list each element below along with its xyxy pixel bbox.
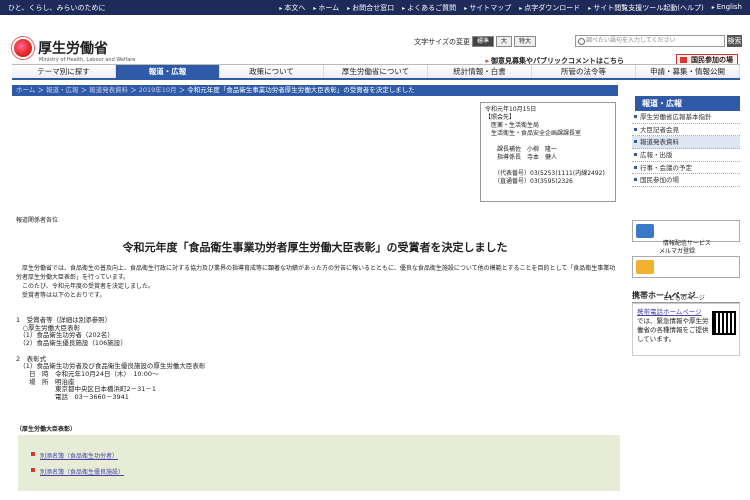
link-assist[interactable]: サイト閲覧支援ツール起動(ヘルプ) xyxy=(588,3,703,13)
nav-statistics[interactable]: 統計情報・白書 xyxy=(428,65,532,78)
header: 厚生労働省 Ministry of Health, Labour and Wel… xyxy=(0,15,750,66)
breadcrumb-press[interactable]: 報道・広報 xyxy=(46,86,79,94)
search-input[interactable]: 調べたい語句を入力してください xyxy=(575,35,725,47)
contact-box: 令和元年10月15日 【照会先】 医薬・生活衛生局 生活衛生・食品安全企画課課長… xyxy=(480,102,616,202)
sidebar-item-publications[interactable]: 広報・出版 xyxy=(632,149,740,162)
top-bar: ひと、くらし、みらいのために 本文へ ホーム お問合せ窓口 よくあるご質問 サイ… xyxy=(0,0,750,15)
qr-code-icon xyxy=(712,311,736,335)
intro-paragraph: 厚生労働省では、食品衛生の普及向上、食品衛生行政に対する協力及び業界の指導育成等… xyxy=(16,265,616,281)
sidebar-item-policy[interactable]: 厚生労働省広報基本指針 xyxy=(632,111,740,124)
intro-decided: このたび、令和元年度の受賞者を決定しました。 xyxy=(22,283,155,290)
nav-themes[interactable]: テーマ別に探す xyxy=(12,65,116,78)
link-skip[interactable]: 本文へ xyxy=(279,3,305,13)
nav-press[interactable]: 報道・広報 xyxy=(116,65,220,78)
nav-about[interactable]: 厚生労働省について xyxy=(324,65,428,78)
recipient: 報道関係者各位 xyxy=(16,217,59,224)
intro-text: 厚生労働省では、食品衛生の普及向上、食品衛生行政に対する協力及び業界の指導育成等… xyxy=(16,264,616,300)
nav-policy[interactable]: 政策について xyxy=(220,65,324,78)
mobile-box: 携帯電話ホームページ では、緊急情報や厚生労働省の各種情報をご提供しています。 xyxy=(632,303,740,356)
mobile-text: では、緊急情報や厚生労働省の各種情報をご提供しています。 xyxy=(637,317,709,343)
kids-icon xyxy=(636,260,654,274)
font-size-large[interactable]: 大 xyxy=(495,36,512,47)
link-faq[interactable]: よくあるご質問 xyxy=(402,3,456,13)
sidebar-item-events[interactable]: 行事・会議の予定 xyxy=(632,162,740,175)
logo-mark-icon xyxy=(12,37,34,59)
envelope-icon xyxy=(636,224,654,238)
font-size-label: 文字サイズの変更 xyxy=(414,37,470,46)
kids-page-banner[interactable]: こどものページ xyxy=(632,256,740,302)
global-nav: テーマ別に探す 報道・広報 政策について 厚生労働省について 統計情報・白書 所… xyxy=(12,64,740,80)
nav-applications[interactable]: 申請・募集・情報公開 xyxy=(636,65,740,78)
breadcrumb: ホーム ＞ 報道・広報 ＞ 報道発表資料 ＞ 2019年10月 ＞ 令和元年度「… xyxy=(12,85,618,96)
mail-magazine-banner[interactable]: 情報配信サービス メルマガ登録 xyxy=(632,220,740,255)
sidebar-item-participation[interactable]: 国民参加の場 xyxy=(632,174,740,188)
attachments-box: 別添名簿（食品衛生功労者） 別添名簿（食品衛生優良施設） xyxy=(18,435,620,491)
sidebar-item-releases[interactable]: 報道発表資料 xyxy=(632,136,740,150)
link-english[interactable]: English xyxy=(712,3,742,13)
logo-subtitle: Ministry of Health, Labour and Welfare xyxy=(39,57,136,63)
intro-follows: 受賞者等は以下のとおりです。 xyxy=(22,292,106,299)
logo-title: 厚生労働省 xyxy=(38,41,108,57)
font-size-standard[interactable]: 標準 xyxy=(471,36,494,47)
breadcrumb-current: 令和元年度「食品衛生事業功労者厚生労働大臣表彰」の受賞者を決定しました xyxy=(187,86,415,94)
nav-laws[interactable]: 所管の法令等 xyxy=(532,65,636,78)
mobile-heading: 携帯ホームページ xyxy=(632,290,740,303)
mail-magazine-text: 情報配信サービス メルマガ登録 xyxy=(659,240,711,255)
sidebar-item-press-conference[interactable]: 大臣記者会見 xyxy=(632,124,740,137)
breadcrumb-month[interactable]: 2019年10月 xyxy=(139,86,177,94)
font-size-xlarge[interactable]: 特大 xyxy=(513,36,536,47)
page-title: 令和元年度「食品衛生事業功労者厚生労働大臣表彰」の受賞者を決定しました xyxy=(122,241,508,254)
award-items: 1 受賞者等（詳細は別添参照） ○厚生労働大臣表彰 （1）食品衛生功労者（202… xyxy=(16,316,206,402)
link-home[interactable]: ホーム xyxy=(313,3,339,13)
utility-links: 本文へ ホーム お問合せ窓口 よくあるご質問 サイトマップ 点字ダウンロード サ… xyxy=(279,3,742,13)
sidebar-header[interactable]: 報道・広報 xyxy=(632,96,740,111)
attachment-link-merit[interactable]: 別添名簿（食品衛生功労者） xyxy=(30,451,118,460)
site-logo[interactable]: 厚生労働省 Ministry of Health, Labour and Wel… xyxy=(12,37,135,63)
link-braille[interactable]: 点字ダウンロード xyxy=(519,3,580,13)
prizes-label: （厚生労働大臣表彰） xyxy=(16,426,77,433)
mobile-link[interactable]: 携帯電話ホームページ xyxy=(637,308,702,316)
link-sitemap[interactable]: サイトマップ xyxy=(464,3,511,13)
attachment-link-facilities[interactable]: 別添名簿（食品衛生優良施設） xyxy=(30,467,124,476)
link-contact[interactable]: お問合せ窓口 xyxy=(347,3,394,13)
sidebar: 報道・広報 厚生労働省広報基本指針 大臣記者会見 報道発表資料 広報・出版 行事… xyxy=(632,96,740,188)
breadcrumb-releases[interactable]: 報道発表資料 xyxy=(89,86,128,94)
font-size-switcher: 文字サイズの変更 標準 大 特大 xyxy=(414,36,536,47)
tagline: ひと、くらし、みらいのために xyxy=(8,3,106,12)
search-button[interactable]: 検索 xyxy=(727,35,742,47)
breadcrumb-home[interactable]: ホーム xyxy=(16,86,35,94)
